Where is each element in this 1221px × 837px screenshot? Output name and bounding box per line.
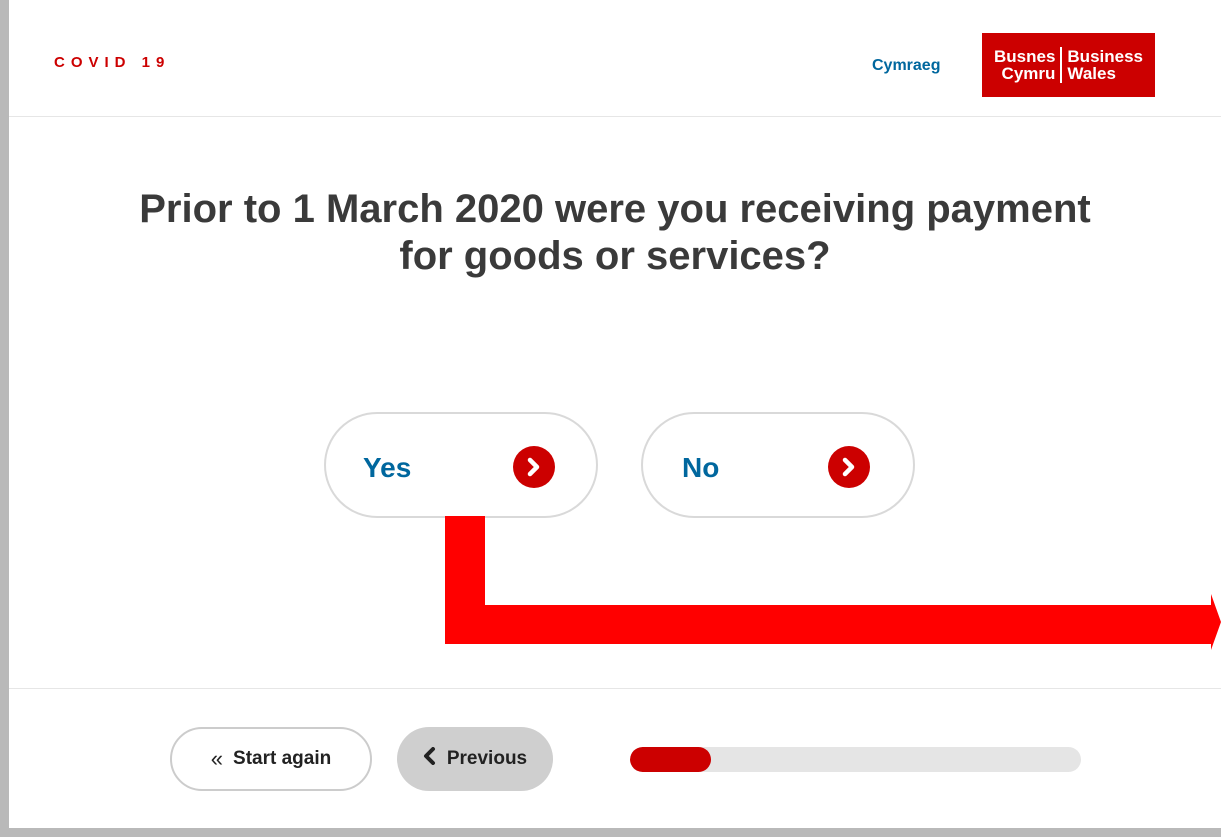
start-again-label: Start again	[233, 748, 332, 769]
progress-bar	[630, 747, 1081, 772]
business-wales-logo[interactable]: Busnes Cymru Business Wales	[982, 33, 1155, 97]
chevron-right-icon	[513, 446, 555, 488]
chevron-right-icon	[828, 446, 870, 488]
navigation-footer: « Start again Previous	[9, 688, 1221, 828]
logo-text: Cymru	[1001, 64, 1056, 83]
previous-label: Previous	[446, 748, 528, 769]
progress-fill	[630, 747, 712, 772]
answer-yes-label: Yes	[363, 452, 412, 483]
question-title: Prior to 1 March 2020 were you receiving…	[139, 187, 1091, 278]
answer-no-button[interactable]: No	[641, 412, 915, 518]
logo-text: Business	[1067, 47, 1143, 66]
language-toggle-link[interactable]: Cymraeg	[872, 57, 940, 75]
red-arrow-annotation	[445, 516, 1221, 650]
logo-welsh-text: Busnes Cymru	[989, 48, 1060, 82]
covid-label: COVID 19	[54, 54, 171, 71]
start-again-button[interactable]: « Start again	[170, 727, 372, 791]
double-chevron-left-icon: «	[210, 746, 224, 771]
page-frame: COVID 19 Cymraeg Busnes Cymru Business W…	[9, 0, 1221, 828]
answer-yes-button[interactable]: Yes	[324, 412, 598, 518]
logo-text: Busnes	[993, 47, 1056, 66]
previous-button[interactable]: Previous	[397, 727, 553, 791]
answer-no-label: No	[682, 452, 720, 483]
logo-text: Wales	[1067, 64, 1116, 83]
site-header: COVID 19 Cymraeg Busnes Cymru Business W…	[9, 0, 1221, 117]
logo-english-text: Business Wales	[1062, 48, 1148, 82]
chevron-left-icon	[423, 747, 437, 771]
